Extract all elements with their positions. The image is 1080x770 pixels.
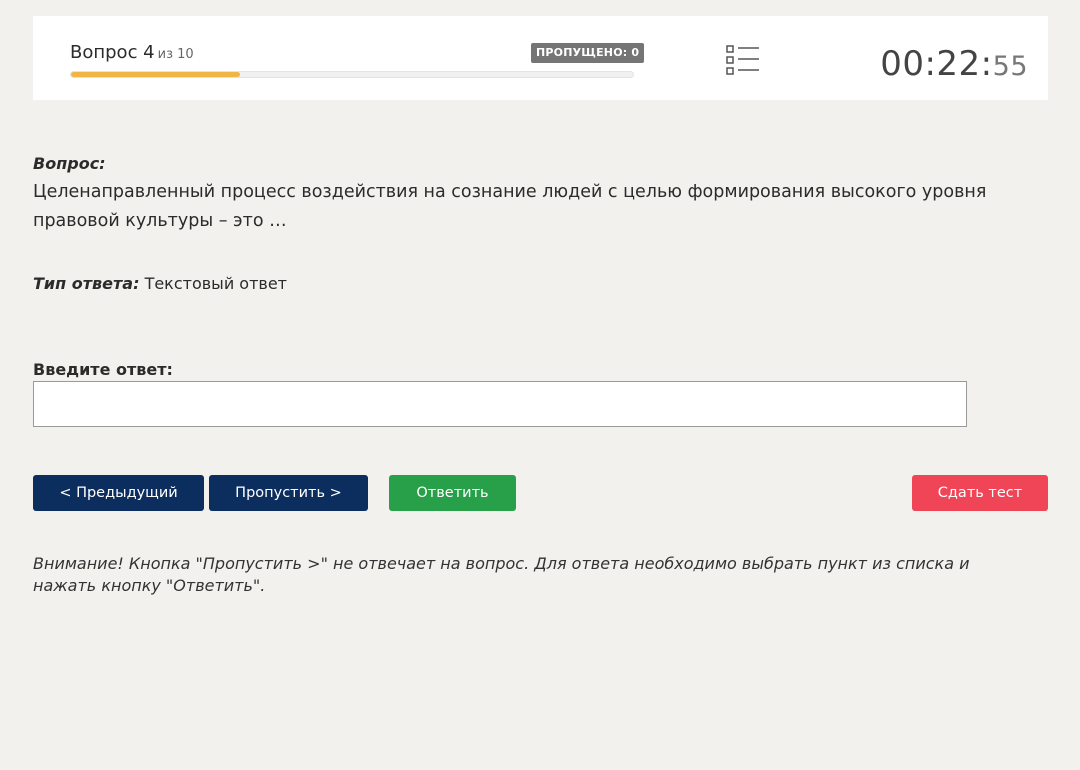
skipped-badge: ПРОПУЩЕНО: 0 [531,43,645,63]
answer-type: Тип ответа: Текстовый ответ [33,274,287,293]
question-total: из 10 [157,47,194,62]
skip-notice: Внимание! Кнопка "Пропустить >" не отвеч… [33,554,970,595]
answer-input-label: Введите ответ: [33,360,173,379]
timer-seconds: 55 [992,51,1028,82]
answer-input[interactable] [33,381,967,427]
answer-type-value: Текстовый ответ [144,274,287,293]
question-text: Целенаправленный процесс воздействия на … [33,182,987,231]
question-label: Вопрос: [33,154,106,173]
submit-test-button[interactable]: Сдать тест [912,475,1048,511]
answer-type-label: Тип ответа: [33,274,140,293]
test-header: Вопрос 4 из 10 ПРОПУЩЕНО: 0 00:22:55 [33,16,1048,100]
previous-button[interactable]: < Предыдущий [33,475,204,511]
timer-main: 00:22: [880,44,993,84]
progress-bar [70,71,634,78]
progress-fill [71,72,240,77]
skip-button[interactable]: Пропустить > [209,475,368,511]
answer-button[interactable]: Ответить [389,475,516,511]
timer: 00:22:55 [880,44,1028,84]
test-page: Вопрос 4 из 10 ПРОПУЩЕНО: 0 00:22:55 Вопр… [0,0,1080,770]
question-counter: Вопрос 4 из 10 [70,42,194,63]
question-number: Вопрос 4 [70,42,155,63]
question-list-button[interactable] [725,44,761,78]
list-icon [726,45,759,75]
